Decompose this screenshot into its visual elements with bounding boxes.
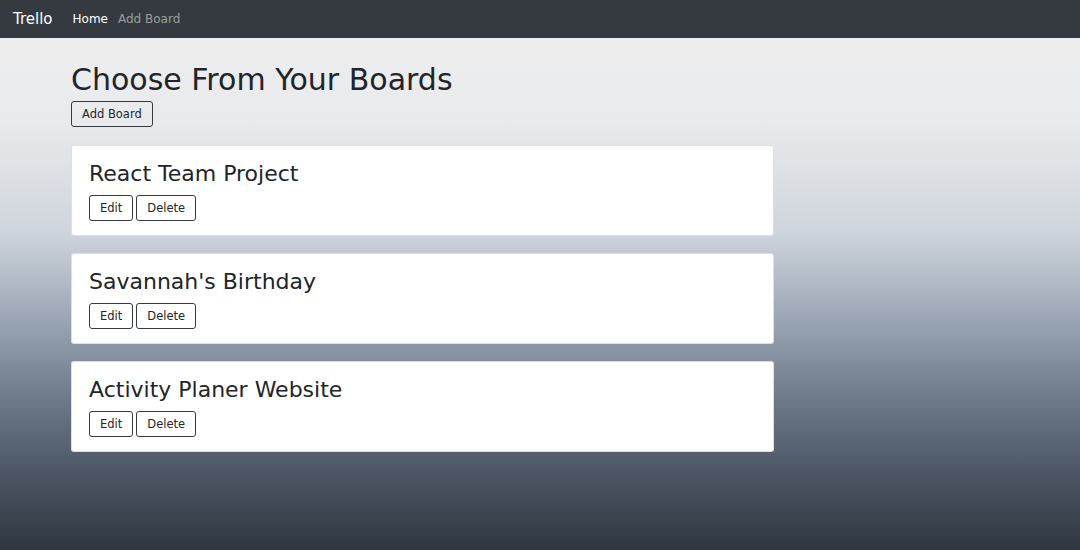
board-actions: EditDelete [89,303,756,329]
edit-button[interactable]: Edit [89,195,133,221]
nav-link[interactable]: Add Board [118,12,180,26]
board-card[interactable]: React Team Project EditDelete [71,145,774,236]
edit-button[interactable]: Edit [89,411,133,437]
delete-button[interactable]: Delete [136,411,196,437]
board-card[interactable]: Activity Planer Website EditDelete [71,361,774,452]
delete-button[interactable]: Delete [136,303,196,329]
board-title[interactable]: Savannah's Birthday [89,267,756,297]
board-list: React Team ProjectEditDeleteSavannah's B… [71,145,774,452]
add-board-button[interactable]: Add Board [71,101,153,127]
board-title[interactable]: Activity Planer Website [89,375,756,405]
brand-logo[interactable]: Trello [13,10,53,28]
edit-button[interactable]: Edit [89,303,133,329]
navbar: Trello Home Add Board [0,0,1080,38]
nav-link[interactable]: Home [73,12,108,26]
board-title[interactable]: React Team Project [89,159,756,189]
delete-button[interactable]: Delete [136,195,196,221]
nav-links: Home Add Board [73,12,181,26]
board-actions: EditDelete [89,195,756,221]
main-content: Choose From Your BoardsAdd Board React Te… [0,38,774,452]
board-card[interactable]: Savannah's Birthday EditDelete [71,253,774,344]
page-heading: Choose From Your Boards [71,60,774,100]
board-actions: EditDelete [89,411,756,437]
